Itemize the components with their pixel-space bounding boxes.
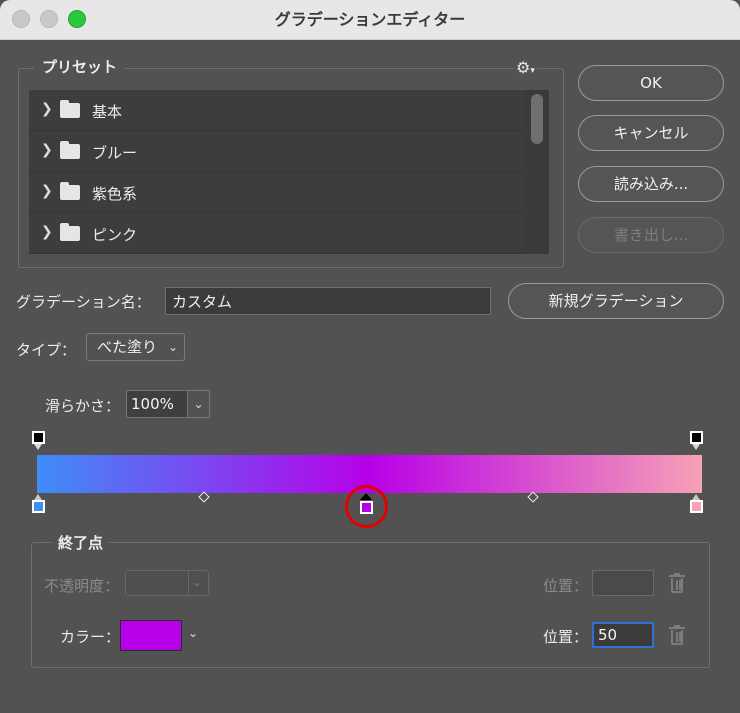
highlight-annotation-circle: [345, 485, 388, 528]
smoothness-label: 滑らかさ：: [45, 397, 121, 415]
chevron-down-icon: ⌄: [192, 575, 203, 589]
chevron-right-icon[interactable]: ❯: [41, 101, 53, 117]
opacity-location-input[interactable]: [592, 570, 654, 596]
export-button[interactable]: 書き出し...: [578, 217, 724, 253]
preset-folder-label: 紫色系: [92, 185, 138, 203]
chevron-down-icon[interactable]: ⌄: [188, 626, 198, 640]
folder-icon: [60, 223, 80, 241]
preset-folder-blue[interactable]: ❯ ブルー: [29, 131, 523, 172]
opacity-label: 不透明度：: [44, 577, 120, 595]
folder-icon: [60, 182, 80, 200]
type-label: タイプ：: [16, 341, 77, 359]
cancel-button[interactable]: キャンセル: [578, 115, 724, 151]
color-midpoint-right[interactable]: [527, 491, 539, 503]
preset-folder-purple[interactable]: ❯ 紫色系: [29, 172, 523, 213]
smoothness-input[interactable]: 100%: [126, 390, 188, 418]
gradient-name-label: グラデーション名：: [16, 293, 151, 311]
trash-icon[interactable]: [667, 625, 687, 647]
ok-button[interactable]: OK: [578, 65, 724, 101]
load-button[interactable]: 読み込み...: [578, 166, 724, 202]
opacity-location-label: 位置：: [543, 577, 589, 595]
folder-icon: [60, 100, 80, 118]
color-location-label: 位置：: [543, 628, 589, 646]
gradient-name-input[interactable]: カスタム: [165, 287, 491, 315]
color-label: カラー：: [60, 628, 121, 646]
color-stop-right[interactable]: [690, 494, 703, 513]
preset-folder-pink[interactable]: ❯ ピンク: [29, 213, 523, 254]
chevron-right-icon[interactable]: ❯: [41, 224, 53, 240]
preset-folder-basic[interactable]: ❯ 基本: [29, 90, 523, 131]
chevron-right-icon[interactable]: ❯: [41, 183, 53, 199]
gradient-editor-window: グラデーションエディター プリセット ⚙▾ ❯ 基本 ❯ ブルー ❯ 紫色系 ❯…: [0, 0, 740, 713]
new-gradient-button[interactable]: 新規グラデーション: [508, 283, 724, 319]
stops-legend: 終了点: [52, 532, 110, 553]
color-swatch[interactable]: [120, 620, 182, 651]
window-title: グラデーションエディター: [274, 10, 466, 29]
color-midpoint-left[interactable]: [198, 491, 210, 503]
opacity-stop-right[interactable]: [690, 431, 703, 450]
preset-folder-label: 基本: [92, 103, 123, 121]
folder-icon: [60, 141, 80, 159]
title-bar: グラデーションエディター: [0, 0, 740, 40]
opacity-stop-left[interactable]: [32, 431, 45, 450]
smoothness-dropdown[interactable]: ⌄: [188, 390, 210, 418]
preset-folder-label: ブルー: [92, 144, 138, 162]
trash-icon[interactable]: [667, 573, 687, 595]
opacity-select[interactable]: ⌄: [125, 570, 209, 596]
color-stop-left[interactable]: [32, 494, 45, 513]
chevron-right-icon[interactable]: ❯: [41, 142, 53, 158]
presets-scrollbar-thumb[interactable]: [531, 94, 543, 144]
type-select[interactable]: べた塗り ⌄: [86, 333, 185, 361]
presets-legend: プリセット: [34, 56, 126, 77]
type-select-value: べた塗り: [97, 338, 158, 356]
color-location-input[interactable]: 50: [592, 622, 654, 648]
presets-list: ❯ 基本 ❯ ブルー ❯ 紫色系 ❯ ピンク: [29, 90, 549, 254]
chevron-down-icon: ⌄: [167, 340, 178, 354]
chevron-down-icon: ⌄: [193, 397, 204, 411]
gear-icon[interactable]: ⚙▾: [514, 58, 537, 77]
preset-folder-label: ピンク: [92, 226, 138, 244]
